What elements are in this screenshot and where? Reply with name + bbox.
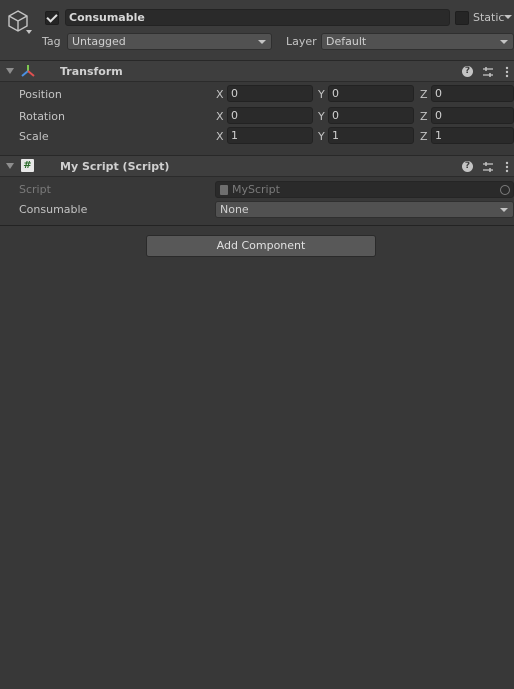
- chevron-down-icon: [500, 40, 508, 44]
- rotation-x-field[interactable]: 0: [227, 107, 313, 124]
- tag-label: Tag: [42, 35, 61, 48]
- consumable-dropdown[interactable]: None: [215, 201, 514, 218]
- transform-header[interactable]: Transform ?: [0, 60, 514, 82]
- help-icon[interactable]: ?: [462, 66, 473, 77]
- position-y-field[interactable]: 0: [328, 85, 414, 102]
- static-toggle[interactable]: [455, 11, 469, 25]
- scale-z-field[interactable]: 1: [431, 127, 514, 144]
- scale-label: Scale: [19, 130, 49, 143]
- myscript-title: My Script (Script): [60, 160, 170, 173]
- transform-icon: [21, 65, 35, 77]
- layer-label: Layer: [286, 35, 317, 48]
- rotation-y-field[interactable]: 0: [328, 107, 414, 124]
- presets-icon[interactable]: [482, 161, 494, 173]
- scale-z-label[interactable]: Z: [420, 130, 428, 143]
- script-label: Script: [19, 183, 51, 196]
- script-value: MyScript: [232, 183, 280, 196]
- static-dropdown-arrow-icon[interactable]: [504, 15, 512, 19]
- kebab-menu-icon[interactable]: [505, 66, 509, 78]
- rotation-label: Rotation: [19, 110, 66, 123]
- myscript-header[interactable]: # My Script (Script) ?: [0, 155, 514, 177]
- kebab-menu-icon[interactable]: [505, 161, 509, 173]
- chevron-down-icon: [258, 40, 266, 44]
- object-name-input[interactable]: Consumable: [65, 9, 450, 26]
- chevron-down-icon: [500, 208, 508, 212]
- layer-value: Default: [326, 35, 367, 48]
- static-label: Static: [473, 11, 505, 24]
- presets-icon[interactable]: [482, 66, 494, 78]
- inspector-header: Consumable Static Tag Untagged Layer Def…: [0, 0, 514, 60]
- position-x-field[interactable]: 0: [227, 85, 313, 102]
- position-y-label[interactable]: Y: [318, 88, 325, 101]
- transform-title: Transform: [60, 65, 123, 78]
- script-object-field: MyScript: [215, 181, 514, 198]
- tag-value: Untagged: [72, 35, 126, 48]
- active-toggle[interactable]: [45, 11, 59, 25]
- position-z-label[interactable]: Z: [420, 88, 428, 101]
- scale-x-field[interactable]: 1: [227, 127, 313, 144]
- scale-y-field[interactable]: 1: [328, 127, 414, 144]
- position-z-field[interactable]: 0: [431, 85, 514, 102]
- rotation-y-label[interactable]: Y: [318, 110, 325, 123]
- help-icon[interactable]: ?: [462, 161, 473, 172]
- foldout-arrow-icon[interactable]: [6, 68, 14, 74]
- icon-dropdown-arrow-icon[interactable]: [26, 30, 32, 34]
- position-x-label[interactable]: X: [216, 88, 224, 101]
- csharp-script-icon: #: [21, 159, 34, 172]
- foldout-arrow-icon[interactable]: [6, 163, 14, 169]
- tag-dropdown[interactable]: Untagged: [67, 33, 272, 50]
- position-label: Position: [19, 88, 62, 101]
- rotation-x-label[interactable]: X: [216, 110, 224, 123]
- script-file-icon: [220, 185, 228, 195]
- scale-y-label[interactable]: Y: [318, 130, 325, 143]
- component-divider: [0, 225, 514, 226]
- object-picker-icon[interactable]: [500, 185, 510, 195]
- consumable-label: Consumable: [19, 203, 88, 216]
- layer-dropdown[interactable]: Default: [321, 33, 514, 50]
- add-component-button[interactable]: Add Component: [146, 235, 376, 257]
- consumable-value: None: [220, 203, 249, 216]
- rotation-z-label[interactable]: Z: [420, 110, 428, 123]
- scale-x-label[interactable]: X: [216, 130, 224, 143]
- rotation-z-field[interactable]: 0: [431, 107, 514, 124]
